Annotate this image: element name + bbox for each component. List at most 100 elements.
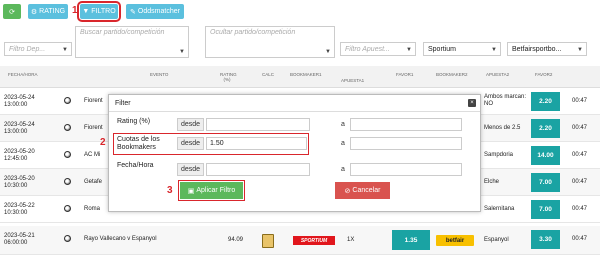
filter-label: FILTRO [91, 8, 116, 15]
table-header: FECHA/HORA EVENTO RATING (%) CALC BOOKMA… [0, 66, 600, 88]
bookmaker2-select[interactable]: Betfairsportbo... ▼ [507, 42, 587, 56]
cuotas-a-label: a [341, 140, 345, 147]
row-ago: 00:47 [572, 206, 588, 212]
row-date: 2023-05-21 06:00:00 [4, 233, 35, 246]
row-odds1: 1.35 [392, 230, 430, 250]
fecha-desde-addon: desde [177, 163, 205, 176]
soccer-ball-icon [64, 205, 71, 212]
rating-a-label: a [341, 121, 345, 128]
sport-filter-select[interactable]: Filtro Dep... ▼ [4, 42, 72, 56]
chevron-down-icon: ▼ [179, 49, 185, 55]
column-header-evento[interactable]: EVENTO [150, 72, 168, 77]
soccer-ball-icon [64, 151, 71, 158]
annotation-marker-1: 1 [72, 5, 78, 16]
fecha-to-input[interactable] [350, 163, 462, 176]
column-header-bookmaker2[interactable]: BOOKMAKER2 [436, 72, 468, 77]
refresh-icon: ⟳ [9, 8, 15, 16]
row-event: AC Mi [84, 152, 101, 158]
row-apuesta2: Menos de 2.5 [484, 125, 521, 131]
row-apuesta2: Espanyol [484, 237, 509, 243]
cuotas-to-input[interactable] [350, 137, 462, 150]
bet-filter-select[interactable]: Filtro Apuest... ▼ [340, 42, 416, 56]
bookmaker1-select[interactable]: Sportium ▼ [423, 42, 501, 56]
oddsmatcher-label: Oddsmatcher [137, 8, 180, 15]
column-header-favor2[interactable]: FAVOR2 [535, 72, 552, 77]
row-date: 2023-05-24 13:00:00 [4, 122, 35, 135]
rating-label: RATING [39, 8, 66, 15]
rating-to-input[interactable] [350, 118, 462, 131]
betfair-logo: betfair [436, 235, 474, 246]
rating-desde-addon: desde [177, 118, 205, 131]
row-odds2: 2.20 [531, 119, 560, 138]
rating-filter-label: Rating (%) [117, 118, 151, 125]
gear-icon: ⚙ [30, 8, 38, 16]
rating-button[interactable]: ⚙ RATING [28, 4, 68, 19]
soccer-ball-icon [64, 97, 71, 104]
column-header-calc[interactable]: CALC [262, 72, 274, 77]
row-date: 2023-05-22 10:30:00 [4, 203, 35, 216]
row-event: Fiorent [84, 125, 103, 131]
soccer-ball-icon [64, 235, 71, 242]
edit-icon: ✎ [130, 8, 136, 16]
sportium-logo: SPORTIUM [293, 236, 335, 245]
row-date: 2023-05-20 12:45:00 [4, 149, 35, 162]
modal-title: Filter [115, 100, 131, 107]
row-ago: 00:47 [572, 98, 588, 104]
cuotas-from-input[interactable]: 1.50 [206, 137, 307, 150]
row-apuesta2: Elche [484, 179, 500, 185]
annotation-marker-3: 3 [167, 185, 173, 196]
chevron-down-icon: ▼ [406, 47, 412, 53]
chevron-down-icon: ▼ [491, 47, 497, 53]
column-header-rating[interactable]: RATING (%) [220, 72, 237, 82]
cancel-button[interactable]: ⊘ Cancelar [335, 182, 390, 199]
close-icon[interactable]: × [468, 99, 476, 107]
cuotas-filter-label: Cuotas de los Bookmakers [117, 136, 160, 151]
filter-icon: ▼ [82, 8, 90, 15]
row-date: 2023-05-20 10:30:00 [4, 176, 35, 189]
chevron-down-icon: ▼ [577, 47, 583, 53]
cancel-icon: ⊘ [344, 187, 351, 195]
filter-button[interactable]: ▼ FILTRO [77, 1, 121, 22]
row-apuesta1: 1X [347, 237, 355, 243]
soccer-ball-icon [64, 178, 71, 185]
row-odds2: 2.20 [531, 92, 560, 111]
soccer-ball-icon [64, 124, 71, 131]
save-icon: ▣ [187, 187, 195, 195]
fecha-from-input[interactable] [206, 163, 310, 176]
row-apuesta2: Sampdoria [484, 152, 514, 158]
refresh-button[interactable]: ⟳ [3, 4, 21, 19]
row-ago: 00:47 [572, 125, 588, 131]
row-odds2: 7.00 [531, 200, 560, 219]
column-header-fecha[interactable]: FECHA/HORA [8, 72, 38, 77]
filter-modal: Filter × Rating (%) desde a 2 Cuotas de … [100, 94, 481, 212]
row-event: Getafe [84, 179, 103, 185]
rating-from-input[interactable] [206, 118, 310, 131]
search-match-input[interactable]: Buscar partido/competición ▼ [75, 26, 189, 58]
column-header-apuesta2[interactable]: APUESTA2 [486, 72, 509, 77]
row-odds2: 3.30 [531, 230, 560, 249]
calculator-icon[interactable] [262, 234, 274, 248]
cuotas-desde-addon: desde [177, 137, 205, 150]
chevron-down-icon: ▼ [62, 47, 68, 53]
column-header-bookmaker1[interactable]: BOOKMAKER1 [290, 72, 322, 77]
row-event: Fiorent [84, 98, 103, 104]
hide-match-input[interactable]: Ocultar partido/competición ▼ [205, 26, 335, 58]
row-apuesta2: Salernitana [484, 206, 515, 212]
column-header-apuesta1[interactable]: APUESTA1 [341, 78, 364, 83]
row-event: Roma [84, 206, 101, 212]
row-odds2: 14.00 [531, 146, 560, 165]
row-event: Rayo Vallecano v Espanyol [84, 236, 157, 242]
fecha-filter-label: Fecha/Hora [117, 162, 154, 169]
apply-filter-button[interactable]: ▣ Aplicar Filtro [178, 180, 245, 201]
row-date: 2023-05-24 13:00:00 [4, 95, 35, 108]
oddsmatcher-button[interactable]: ✎ Oddsmatcher [126, 4, 184, 19]
column-header-favor1[interactable]: FAVOR1 [396, 72, 413, 77]
row-odds2: 7.00 [531, 173, 560, 192]
cancel-label: Cancelar [352, 187, 381, 194]
row-rating: 94.09 [228, 237, 244, 243]
fecha-a-label: a [341, 166, 345, 173]
row-ago: 00:47 [572, 236, 588, 242]
row-ago: 00:47 [572, 152, 588, 158]
modal-header: Filter × [109, 95, 480, 112]
row-apuesta2: Ambos marcan: NO [484, 94, 527, 107]
